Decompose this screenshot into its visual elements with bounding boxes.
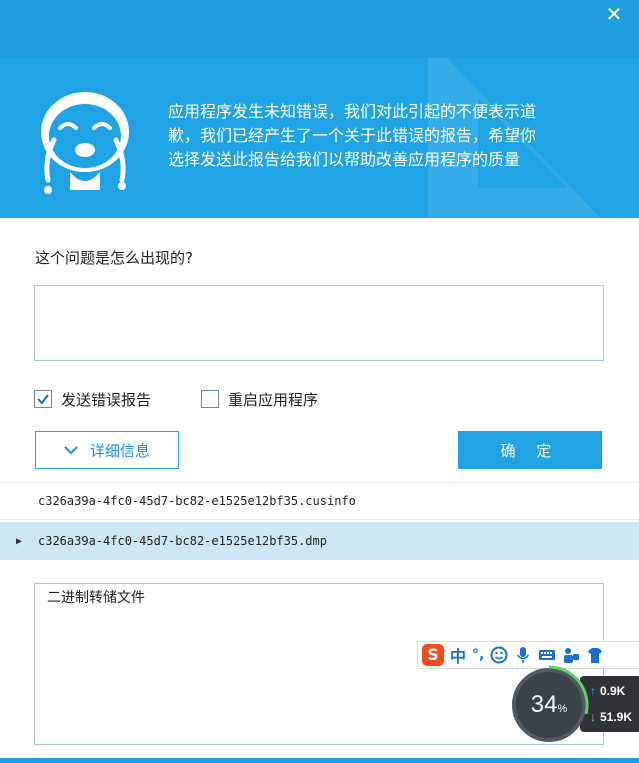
toolbox-icon[interactable] xyxy=(562,646,580,664)
file-name: c326a39a-4fc0-45d7-bc82-e1525e12bf35.cus… xyxy=(38,494,356,508)
title-bar: ✕ xyxy=(0,0,639,58)
error-message-line: 歉，我们已经产生了一个关于此错误的报告，希望你 xyxy=(168,126,537,145)
keyboard-icon[interactable] xyxy=(538,646,556,664)
send-report-label: 发送错误报告 xyxy=(61,390,152,409)
sogou-logo-icon[interactable]: S xyxy=(422,644,444,666)
details-button[interactable]: 详细信息 xyxy=(35,431,179,469)
send-report-checkbox[interactable]: 发送错误报告 xyxy=(34,389,151,409)
microphone-icon[interactable] xyxy=(514,646,532,664)
upload-speed-value: 0.9K xyxy=(600,684,626,698)
emoji-icon[interactable] xyxy=(490,646,508,664)
chevron-down-icon xyxy=(64,446,78,455)
checkbox-checked-icon xyxy=(34,390,52,408)
details-button-label: 详细信息 xyxy=(89,441,150,460)
download-speed-value: 51.9K xyxy=(600,710,633,724)
bottom-border xyxy=(0,758,639,763)
ime-mode-toggle[interactable]: 中 xyxy=(450,643,466,667)
usage-progress-arc xyxy=(548,665,589,715)
restart-app-checkbox[interactable]: 重启应用程序 xyxy=(201,389,318,409)
upload-speed: ↑ 0.9K xyxy=(590,684,625,698)
file-list-item-selected[interactable]: ▶ c326a39a-4fc0-45d7-bc82-e1525e12bf35.d… xyxy=(0,522,639,560)
upload-arrow-icon: ↑ xyxy=(590,684,596,698)
close-icon[interactable]: ✕ xyxy=(603,4,625,26)
question-label: 这个问题是怎么出现的? xyxy=(35,249,193,267)
error-message: 应用程序发生未知错误，我们对此引起的不便表示道 歉，我们已经产生了一个关于此错误… xyxy=(168,100,618,172)
skin-icon[interactable] xyxy=(586,646,604,664)
expand-arrow-icon[interactable]: ▶ xyxy=(0,536,38,547)
crying-face-icon xyxy=(41,92,129,194)
problem-description-input[interactable] xyxy=(34,285,604,361)
error-banner: 应用程序发生未知错误，我们对此引起的不便表示道 歉，我们已经产生了一个关于此错误… xyxy=(0,58,639,218)
download-arrow-icon: ↓ xyxy=(590,710,596,724)
error-message-line: 应用程序发生未知错误，我们对此引起的不便表示道 xyxy=(168,102,537,121)
ime-punct-toggle[interactable]: °, xyxy=(472,647,484,663)
file-list-item[interactable]: c326a39a-4fc0-45d7-bc82-e1525e12bf35.cus… xyxy=(0,482,639,520)
ok-button[interactable]: 确 定 xyxy=(458,431,602,469)
download-speed: ↓ 51.9K xyxy=(590,710,632,724)
restart-app-label: 重启应用程序 xyxy=(228,390,319,409)
file-name: c326a39a-4fc0-45d7-bc82-e1525e12bf35.dmp xyxy=(38,534,327,548)
checkbox-unchecked-icon xyxy=(201,390,219,408)
error-message-line: 选择发送此报告给我们以帮助改善应用程序的质量 xyxy=(168,150,521,169)
